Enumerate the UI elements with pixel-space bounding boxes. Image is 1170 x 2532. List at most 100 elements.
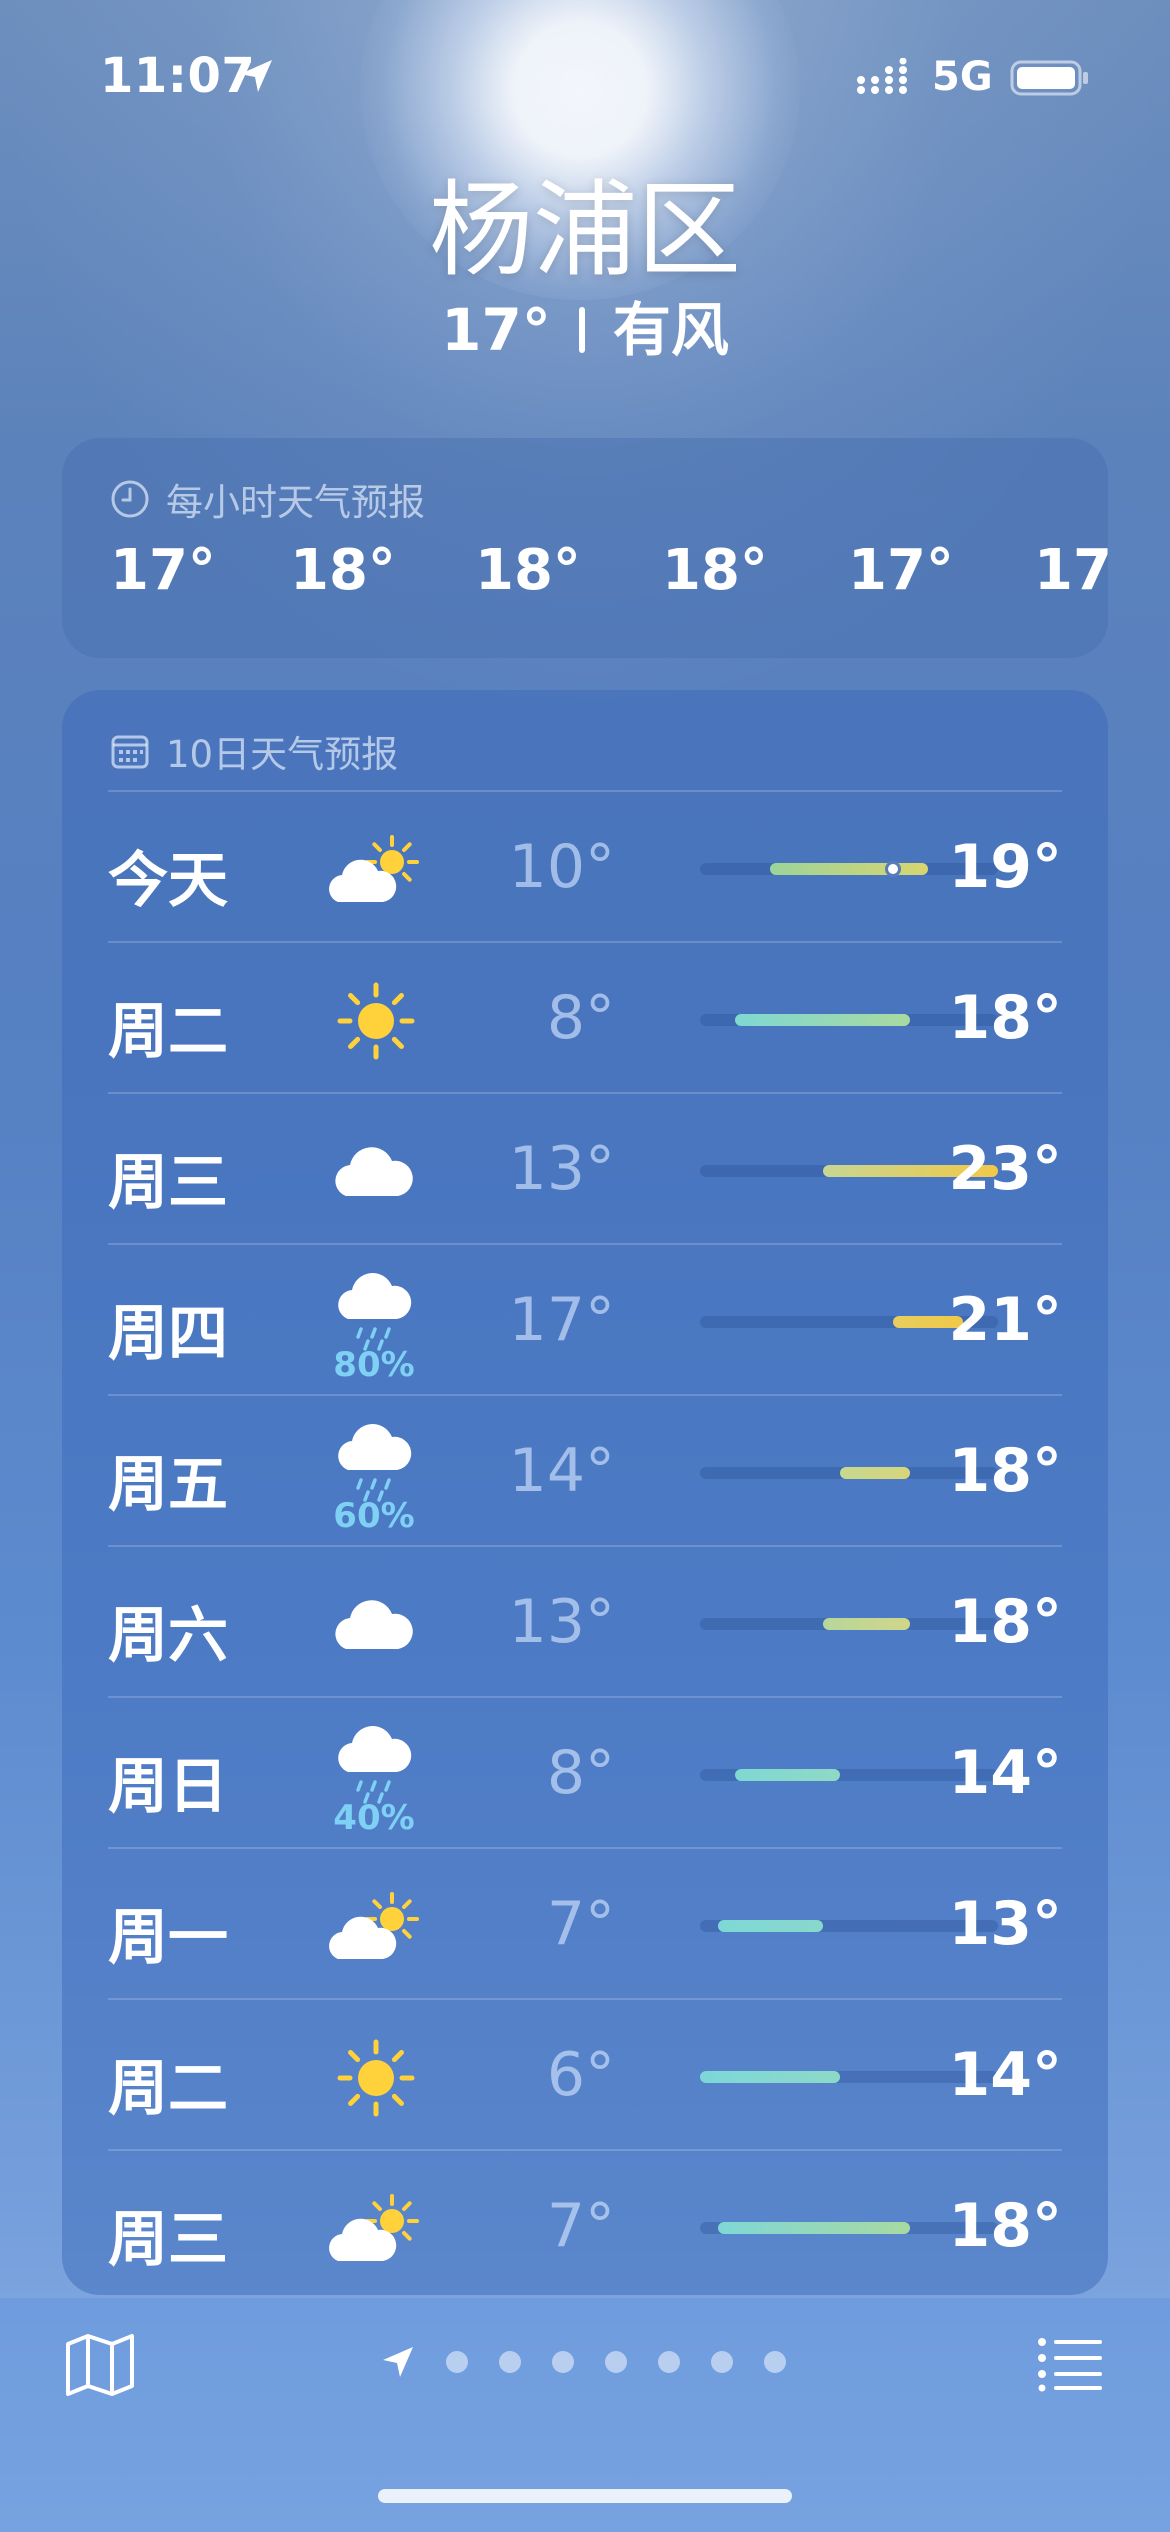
low-temperature: 10° bbox=[508, 832, 615, 902]
low-temperature: 6° bbox=[546, 2040, 615, 2110]
location-header: 杨浦区 17° 有风 bbox=[0, 165, 1170, 365]
low-temperature: 17° bbox=[508, 1285, 615, 1355]
current-summary: 17° 有风 bbox=[0, 295, 1170, 365]
page-dot[interactable] bbox=[711, 2351, 733, 2373]
sun-icon bbox=[337, 982, 415, 1060]
clock-icon bbox=[111, 480, 149, 518]
high-temperature: 18° bbox=[948, 2191, 1063, 2261]
daily-forecast-row[interactable]: 周四 80% 17° 21° bbox=[108, 1243, 1062, 1394]
daily-forecast-row[interactable]: 周日 40% 8° 14° bbox=[108, 1696, 1062, 1847]
daily-forecast-list: 今天 10° 19° 周二 8° 18° 周三 13° 23° 周四 80% 17° 21° 周五 60% 1… bbox=[108, 790, 1062, 2295]
temperature-range-fill bbox=[700, 2071, 841, 2083]
current-location-arrow-icon bbox=[383, 2347, 413, 2377]
temperature-range-fill bbox=[735, 1769, 841, 1781]
map-icon[interactable] bbox=[62, 2330, 138, 2400]
rain-cloud-icon bbox=[338, 1273, 412, 1351]
rain-cloud-icon bbox=[338, 1424, 412, 1502]
temperature-range-fill bbox=[770, 863, 928, 875]
cloud-icon bbox=[335, 1147, 413, 1196]
page-indicator[interactable] bbox=[380, 2342, 817, 2382]
day-label: 周三 bbox=[108, 2205, 228, 2275]
hourly-forecast-title: 每小时天气预报 bbox=[110, 472, 425, 526]
ten-day-forecast-card[interactable]: 10日天气预报 今天 10° 19° 周二 8° 18° 周三 13° 23° 周四 80% 17° 2… bbox=[62, 690, 1108, 2295]
precipitation-chance: 80% bbox=[333, 1345, 415, 1385]
cellular-signal-icon bbox=[857, 58, 907, 94]
hourly-temp: 17° bbox=[848, 538, 954, 603]
day-label: 周二 bbox=[108, 997, 228, 1067]
ten-day-forecast-title: 10日天气预报 bbox=[110, 724, 398, 778]
precipitation-chance: 40% bbox=[333, 1798, 415, 1838]
high-temperature: 23° bbox=[948, 1134, 1063, 1204]
daily-forecast-row[interactable]: 周三 7° 18° bbox=[108, 2149, 1062, 2295]
page-dot[interactable] bbox=[446, 2351, 468, 2373]
day-label: 周四 bbox=[108, 1299, 228, 1369]
network-type: 5G bbox=[932, 54, 993, 100]
current-temperature-marker bbox=[884, 861, 901, 877]
daily-forecast-row[interactable]: 周三 13° 23° bbox=[108, 1092, 1062, 1243]
ten-day-title-label: 10日天气预报 bbox=[166, 733, 399, 776]
daily-forecast-row[interactable]: 周一 7° 13° bbox=[108, 1847, 1062, 1998]
high-temperature: 14° bbox=[948, 2040, 1063, 2110]
hourly-temp: 18° bbox=[475, 538, 581, 603]
low-temperature: 14° bbox=[508, 1436, 615, 1506]
hourly-temp: 18° bbox=[290, 538, 396, 603]
temperature-range-fill bbox=[717, 2222, 911, 2234]
low-temperature: 13° bbox=[508, 1587, 615, 1657]
high-temperature: 13° bbox=[948, 1889, 1063, 1959]
temperature-range-fill bbox=[735, 1014, 911, 1026]
low-temperature: 13° bbox=[508, 1134, 615, 1204]
temperature-range-fill bbox=[840, 1467, 911, 1479]
day-label: 周日 bbox=[108, 1752, 228, 1822]
location-arrow-icon bbox=[240, 60, 272, 92]
daily-forecast-row[interactable]: 周二 6° 14° bbox=[108, 1998, 1062, 2149]
day-label: 周六 bbox=[108, 1601, 228, 1671]
temperature-range-fill bbox=[717, 1920, 823, 1932]
day-label: 周五 bbox=[108, 1450, 228, 1520]
cloud-icon bbox=[335, 1600, 413, 1649]
day-label: 周一 bbox=[108, 1903, 228, 1973]
low-temperature: 8° bbox=[546, 1738, 615, 1808]
low-temperature: 7° bbox=[546, 1889, 615, 1959]
hourly-title-label: 每小时天气预报 bbox=[166, 481, 425, 524]
status-bar: 11:07 5G bbox=[0, 0, 1170, 150]
status-time: 11:07 bbox=[100, 48, 256, 104]
page-dot[interactable] bbox=[499, 2351, 521, 2373]
high-temperature: 21° bbox=[948, 1285, 1063, 1355]
high-temperature: 14° bbox=[948, 1738, 1063, 1808]
current-condition: 有风 bbox=[612, 296, 729, 364]
daily-forecast-row[interactable]: 周六 13° 18° bbox=[108, 1545, 1062, 1696]
page-dot[interactable] bbox=[764, 2351, 786, 2373]
list-icon[interactable] bbox=[1036, 2336, 1104, 2392]
hourly-temp: 18° bbox=[662, 538, 768, 603]
calendar-icon bbox=[111, 735, 149, 769]
current-temperature: 17° bbox=[441, 296, 551, 364]
page-dot[interactable] bbox=[605, 2351, 627, 2373]
rain-cloud-icon bbox=[338, 1726, 412, 1804]
hourly-temp: 17° bbox=[110, 538, 216, 603]
high-temperature: 18° bbox=[948, 1587, 1063, 1657]
low-temperature: 7° bbox=[546, 2191, 615, 2261]
hourly-temperature-strip[interactable]: 17° 18° 18° 18° 17° 17° bbox=[110, 538, 1108, 618]
low-temperature: 8° bbox=[546, 983, 615, 1053]
daily-forecast-row[interactable]: 周五 60% 14° 18° bbox=[108, 1394, 1062, 1545]
day-label: 今天 bbox=[108, 846, 228, 916]
high-temperature: 18° bbox=[948, 1436, 1063, 1506]
daily-forecast-row[interactable]: 今天 10° 19° bbox=[108, 790, 1062, 941]
partly-cloudy-sun-icon bbox=[329, 2194, 419, 2261]
precipitation-chance: 60% bbox=[333, 1496, 415, 1536]
city-name: 杨浦区 bbox=[428, 169, 741, 291]
temperature-range-fill bbox=[822, 1618, 911, 1630]
partly-cloudy-sun-icon bbox=[329, 835, 419, 902]
page-dot[interactable] bbox=[552, 2351, 574, 2373]
daily-forecast-row[interactable]: 周二 8° 18° bbox=[108, 941, 1062, 1092]
hourly-temp: 17° bbox=[1034, 538, 1108, 603]
partly-cloudy-sun-icon bbox=[329, 1892, 419, 1959]
home-indicator[interactable] bbox=[378, 2489, 792, 2503]
high-temperature: 19° bbox=[948, 832, 1063, 902]
day-label: 周三 bbox=[108, 1148, 228, 1218]
day-label: 周二 bbox=[108, 2054, 228, 2124]
sun-icon bbox=[337, 2039, 415, 2117]
page-dot[interactable] bbox=[658, 2351, 680, 2373]
summary-divider bbox=[578, 307, 585, 353]
hourly-forecast-card[interactable]: 每小时天气预报 17° 18° 18° 18° 17° 17° bbox=[62, 438, 1108, 658]
